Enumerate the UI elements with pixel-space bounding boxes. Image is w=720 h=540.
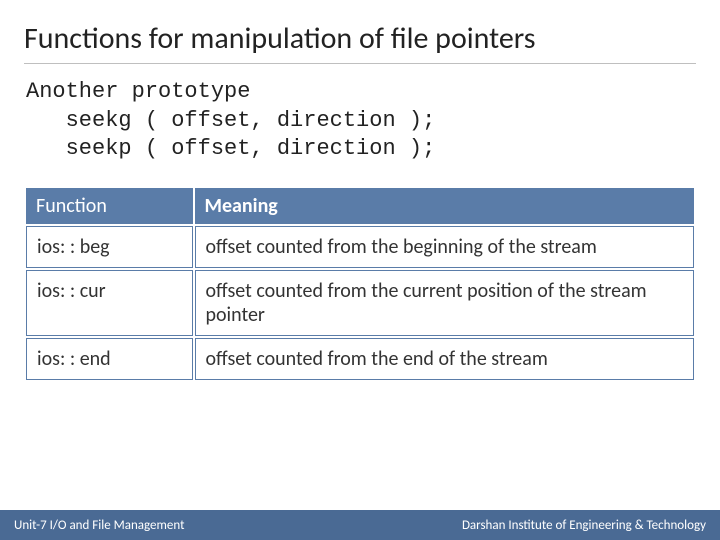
table-row: ios: : beg offset counted from the begin… xyxy=(26,226,694,268)
table-row: ios: : end offset counted from the end o… xyxy=(26,338,694,380)
slide-footer: Unit-7 I/O and File Management Darshan I… xyxy=(0,510,720,540)
footer-left: Unit-7 I/O and File Management xyxy=(14,518,184,533)
slide-container: Functions for manipulation of file point… xyxy=(0,0,720,540)
cell-meaning: offset counted from the current position… xyxy=(195,270,695,336)
cell-meaning: offset counted from the end of the strea… xyxy=(195,338,695,380)
cell-meaning: offset counted from the beginning of the… xyxy=(195,226,695,268)
cell-function: ios: : cur xyxy=(26,270,193,336)
page-title: Functions for manipulation of file point… xyxy=(24,20,696,64)
th-function: Function xyxy=(26,188,193,224)
th-meaning: Meaning xyxy=(195,188,695,224)
prototype-code: Another prototype seekg ( offset, direct… xyxy=(24,78,696,164)
seek-direction-table: Function Meaning ios: : beg offset count… xyxy=(24,186,696,382)
cell-function: ios: : end xyxy=(26,338,193,380)
footer-right: Darshan Institute of Engineering & Techn… xyxy=(462,518,706,533)
table-row: ios: : cur offset counted from the curre… xyxy=(26,270,694,336)
table-header-row: Function Meaning xyxy=(26,188,694,224)
cell-function: ios: : beg xyxy=(26,226,193,268)
